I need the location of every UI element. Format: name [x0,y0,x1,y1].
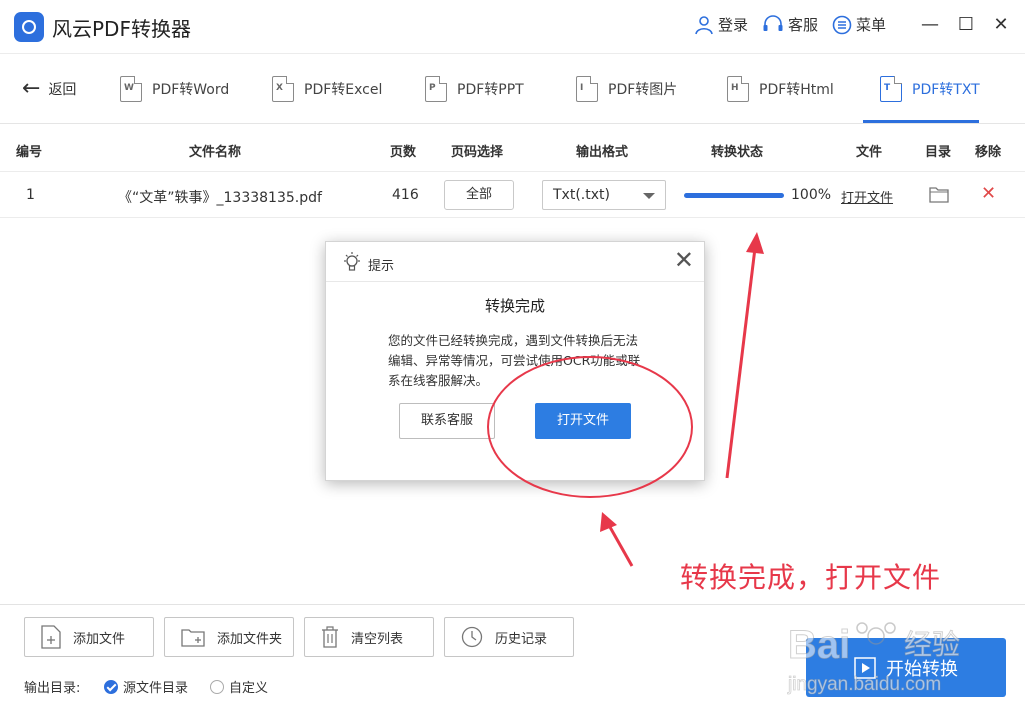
play-icon [854,656,876,679]
history-label: 历史记录 [495,631,548,647]
radio-label: 自定义 [229,681,269,696]
annotation-arrowhead-up [746,232,764,254]
annotation-arrow-up [725,239,758,479]
clear-list-button[interactable]: 清空列表 [304,617,434,657]
clock-icon [461,626,483,648]
annotation-text: 转换完成，打开文件 [680,561,942,594]
radio-unchecked-icon [210,679,224,694]
add-file-label: 添加文件 [73,631,126,647]
clear-list-label: 清空列表 [351,631,404,647]
radio-checked-icon [104,679,118,694]
radio-custom-directory[interactable]: 自定义 [210,677,268,696]
annotation-circle [487,356,693,498]
add-folder-button[interactable]: 添加文件夹 [164,617,294,657]
start-conversion-button[interactable]: 开始转换 [806,638,1006,697]
start-label: 开始转换 [886,658,958,680]
trash-icon [322,626,338,648]
history-button[interactable]: 历史记录 [444,617,574,657]
bottom-toolbar: 添加文件 添加文件夹 清空列表 历史记录 输出目录: 源文件目录 自定义 开始转… [0,604,1025,718]
radio-label: 源文件目录 [123,681,189,696]
add-folder-icon [181,629,205,647]
add-file-button[interactable]: 添加文件 [24,617,154,657]
add-folder-label: 添加文件夹 [217,631,283,647]
output-directory-label: 输出目录: [24,681,81,696]
radio-source-directory[interactable]: 源文件目录 [104,677,188,696]
add-file-icon [41,625,61,649]
annotation-arrowhead-left [600,512,617,532]
